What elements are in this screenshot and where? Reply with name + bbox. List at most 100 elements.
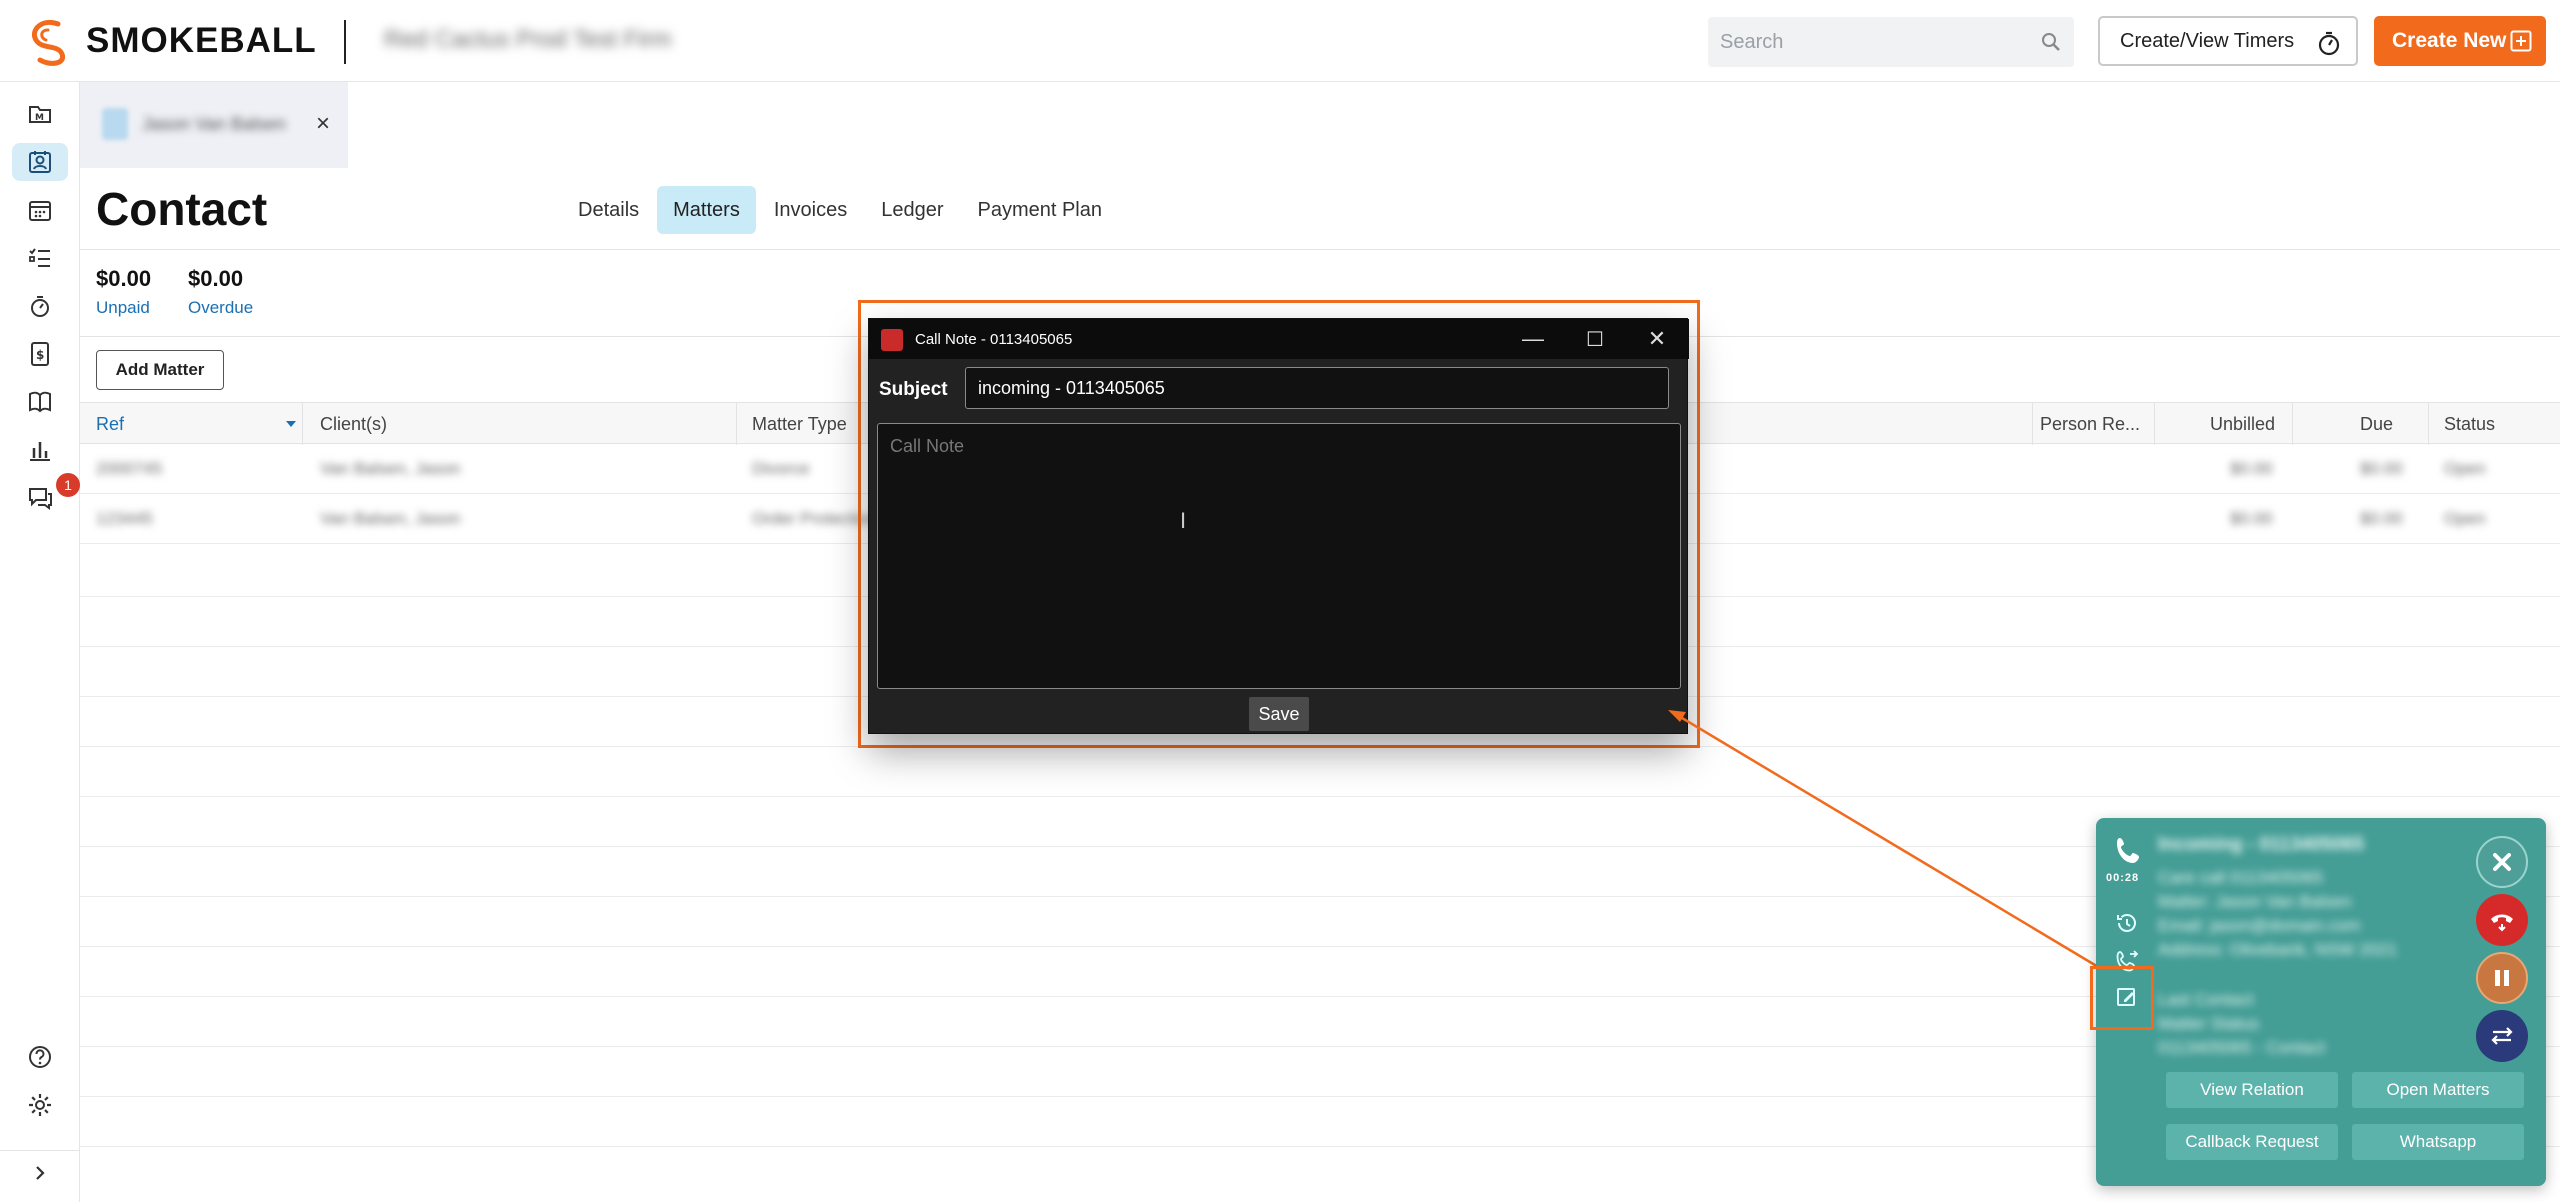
cell-due: $0.00 (2360, 509, 2403, 528)
history-icon[interactable] (2114, 910, 2140, 936)
contact-avatar (102, 108, 128, 140)
overdue-amount: $0.00 (188, 266, 244, 291)
notification-badge: 1 (56, 473, 80, 497)
open-matters-button[interactable]: Open Matters (2352, 1072, 2524, 1108)
nav-timers[interactable] (12, 287, 68, 325)
table-gridline (80, 796, 2560, 797)
nav-help[interactable] (12, 1038, 68, 1076)
nav-divider (0, 1150, 80, 1151)
close-icon[interactable]: ✕ (1643, 325, 1671, 353)
plus-box-icon (2510, 30, 2532, 52)
cell-client: Van Balsen, Jason (320, 459, 461, 478)
caller-info-line: Care call 0113405065 (2158, 868, 2324, 887)
nav-matters[interactable]: M (12, 95, 68, 133)
contact-tab[interactable]: Jason Van Balsen × (80, 82, 348, 168)
minimize-icon[interactable]: — (1519, 325, 1547, 353)
logo-divider (344, 20, 346, 64)
firm-name: Red Cactus Prod Test Firm (384, 26, 672, 53)
whatsapp-button[interactable]: Whatsapp (2352, 1124, 2524, 1160)
create-view-timers-button[interactable]: Create/View Timers (2098, 16, 2358, 66)
cell-unbilled: $0.00 (2230, 459, 2273, 478)
library-icon (29, 391, 51, 413)
cell-ref: 2000745 (96, 459, 163, 478)
save-button[interactable]: Save (1249, 697, 1309, 731)
nav-billing[interactable]: $ (12, 335, 68, 373)
call-note-placeholder: Call Note (890, 436, 965, 456)
nav-settings[interactable] (12, 1086, 68, 1124)
pause-icon (2495, 970, 2509, 986)
column-separator (302, 403, 303, 445)
page-title: Contact (96, 183, 268, 235)
unpaid-summary: $0.00 Unpaid (96, 266, 151, 318)
stopwatch-icon (2318, 31, 2340, 56)
nav-library[interactable] (12, 383, 68, 421)
matters-icon: M (29, 106, 51, 123)
hang-up-button[interactable] (2476, 894, 2528, 946)
column-unbilled[interactable]: Unbilled (2210, 403, 2275, 445)
cell-status: Open (2444, 459, 2486, 478)
nav-expand[interactable] (12, 1154, 68, 1192)
nav-reports[interactable] (12, 431, 68, 469)
reports-icon (30, 442, 50, 461)
close-tab-icon[interactable]: × (316, 110, 330, 138)
dialog-titlebar[interactable]: Call Note - 0113405065 — ☐ ✕ (869, 319, 1689, 359)
close-panel-button[interactable] (2476, 836, 2528, 888)
column-due[interactable]: Due (2360, 403, 2393, 445)
transfer-button[interactable] (2476, 1010, 2528, 1062)
nav-communicate[interactable]: 1 (12, 473, 80, 517)
tab-details[interactable]: Details (562, 186, 655, 234)
header-divider (80, 249, 2560, 250)
top-bar: SMOKEBALL Red Cactus Prod Test Firm Sear… (0, 0, 2560, 82)
cell-unbilled: $0.00 (2230, 509, 2273, 528)
unpaid-amount: $0.00 (96, 266, 152, 291)
billing-icon: $ (31, 342, 49, 366)
overdue-summary: $0.00 Overdue (188, 266, 253, 318)
tab-payment-plan[interactable]: Payment Plan (961, 186, 1118, 234)
nav-contacts[interactable] (12, 143, 68, 181)
nav-tasks[interactable] (12, 239, 68, 277)
sort-desc-icon[interactable] (286, 421, 296, 427)
add-matter-button[interactable]: Add Matter (96, 350, 224, 390)
column-separator (736, 403, 737, 445)
caller-info-line: 0113405065 - Contact (2158, 1038, 2325, 1057)
search-icon (2042, 33, 2060, 51)
nav-calendar[interactable] (12, 191, 68, 229)
cell-status: Open (2444, 509, 2486, 528)
subject-input[interactable]: incoming - 0113405065 (965, 367, 1669, 409)
maximize-icon[interactable]: ☐ (1581, 325, 1609, 353)
logo[interactable]: SMOKEBALL (24, 16, 317, 66)
tab-ledger[interactable]: Ledger (865, 186, 959, 234)
hang-up-icon (2491, 914, 2513, 932)
search-input[interactable]: Search (1708, 17, 2074, 67)
column-ref[interactable]: Ref (96, 403, 124, 445)
communicate-icon (29, 488, 52, 510)
close-icon (2493, 853, 2511, 871)
phone-app-icon (881, 329, 903, 351)
overdue-label[interactable]: Overdue (188, 298, 253, 318)
call-note-icon-highlight (2090, 966, 2154, 1030)
timer-icon (31, 296, 49, 317)
column-separator (2428, 403, 2429, 445)
unpaid-label[interactable]: Unpaid (96, 298, 151, 318)
callback-request-button[interactable]: Callback Request (2166, 1124, 2338, 1160)
caller-info-line: Email: jason@domain.com (2158, 916, 2361, 935)
timers-label: Create/View Timers (2120, 29, 2295, 52)
tab-invoices[interactable]: Invoices (758, 186, 863, 234)
phone-icon (2117, 838, 2139, 863)
open-tabs-strip: Jason Van Balsen × (80, 82, 2560, 168)
create-new-button[interactable]: Create New (2374, 16, 2546, 66)
cell-due: $0.00 (2360, 459, 2403, 478)
column-clients[interactable]: Client(s) (320, 403, 387, 445)
view-relation-button[interactable]: View Relation (2166, 1072, 2338, 1108)
column-matter-type[interactable]: Matter Type (752, 403, 847, 445)
smokeball-logo-icon (32, 20, 66, 66)
hold-button[interactable] (2476, 952, 2528, 1004)
tab-matters[interactable]: Matters (657, 186, 756, 234)
call-note-textarea[interactable]: Call Note I (877, 423, 1681, 689)
column-status[interactable]: Status (2444, 403, 2495, 445)
left-navigation: M $ 1 (0, 82, 80, 1202)
column-person-responsible[interactable]: Person Re... (2040, 403, 2140, 445)
call-timer: 00:28 (2106, 872, 2140, 884)
calendar-icon (29, 201, 51, 221)
gear-icon (29, 1094, 51, 1116)
